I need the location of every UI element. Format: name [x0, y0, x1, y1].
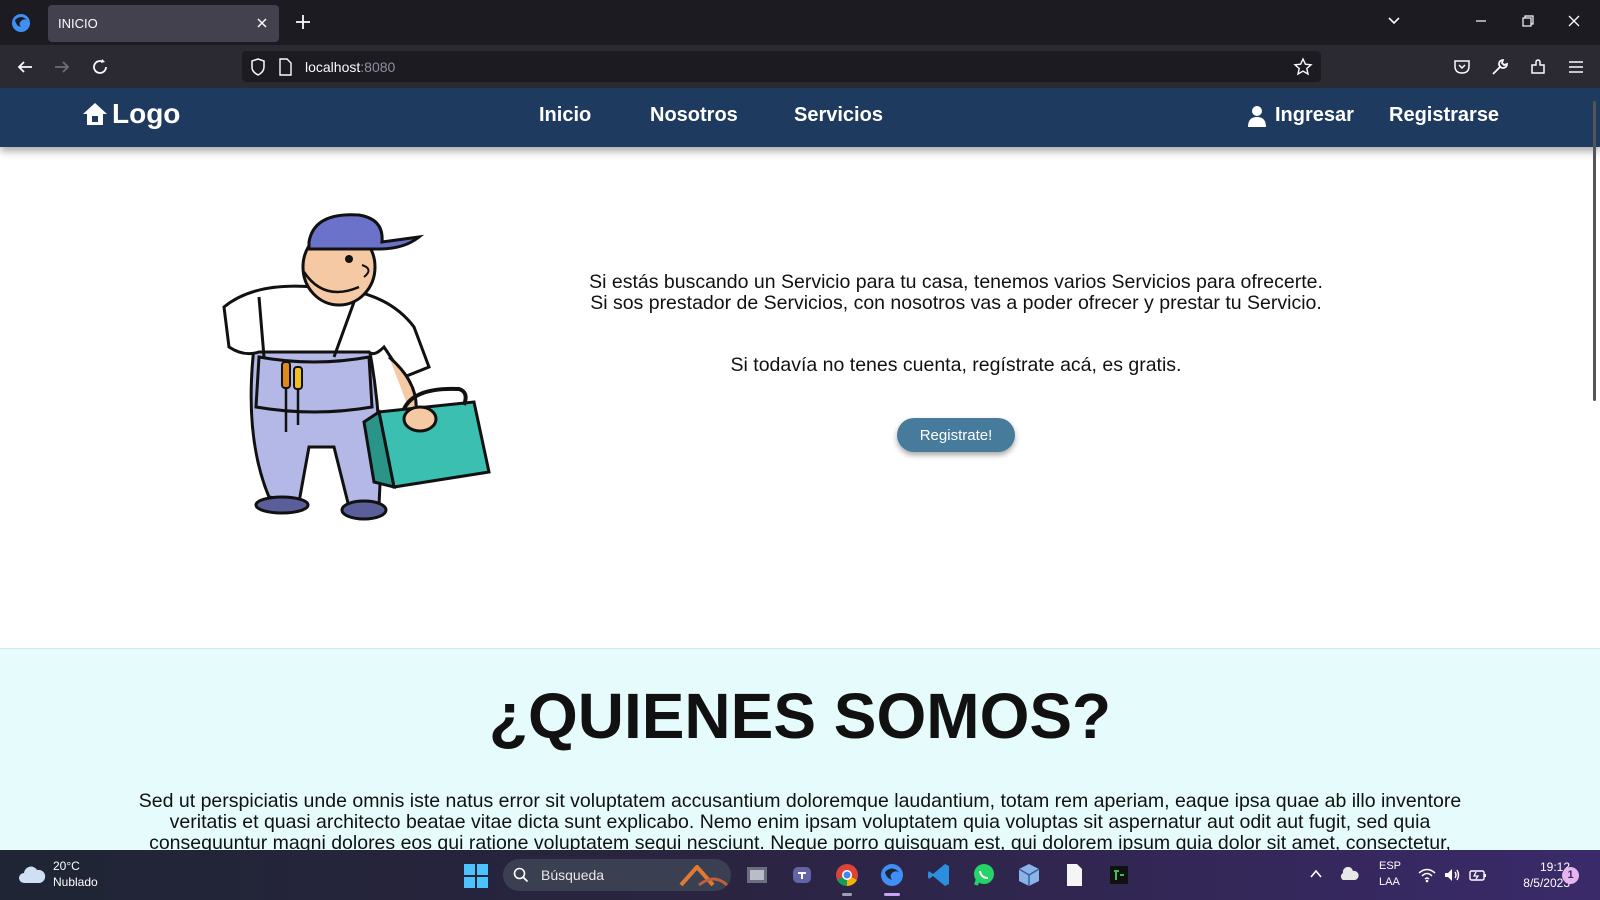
- clock-date[interactable]: 8/5/2023: [1500, 876, 1570, 890]
- teams-icon[interactable]: [789, 862, 815, 888]
- search-placeholder: Búsqueda: [541, 867, 605, 883]
- forward-arrow-icon[interactable]: [52, 57, 72, 77]
- notification-badge[interactable]: 1: [1562, 867, 1579, 884]
- battery-icon[interactable]: [1468, 867, 1488, 888]
- about-paragraph: Sed ut perspiciatis unde omnis iste natu…: [138, 790, 1462, 851]
- plumber-mascot-illustration: [222, 213, 491, 521]
- weather-temperature[interactable]: 20°C: [53, 859, 80, 873]
- user-icon: [1248, 105, 1266, 127]
- new-tab-plus-icon[interactable]: [293, 12, 313, 32]
- hero-section: Si estás buscando un Servicio para tu ca…: [0, 147, 1600, 647]
- weather-description[interactable]: Nublado: [53, 875, 98, 889]
- tab-title: INICIO: [58, 16, 98, 31]
- url-bar[interactable]: localhost:8080: [242, 51, 1321, 82]
- register-button[interactable]: Registrate!: [897, 418, 1015, 452]
- nav-link-servicios[interactable]: Servicios: [794, 104, 883, 127]
- hero-text: Si estás buscando un Servicio para tu ca…: [556, 272, 1356, 376]
- cloud-weather-icon[interactable]: [18, 863, 46, 890]
- search-icon: [513, 867, 529, 888]
- onedrive-cloud-icon[interactable]: [1339, 866, 1359, 886]
- file-explorer-icon[interactable]: [744, 862, 770, 888]
- about-title: ¿QUIENES SOMOS?: [488, 680, 1112, 752]
- about-section: ¿QUIENES SOMOS? Sed ut perspiciatis unde…: [0, 648, 1600, 850]
- wrench-icon[interactable]: [1490, 57, 1510, 77]
- browser-tab[interactable]: INICIO: [48, 5, 279, 42]
- window-close-icon[interactable]: [1566, 13, 1582, 29]
- windows-start-icon[interactable]: [463, 863, 489, 894]
- firefox-taskbar-icon[interactable]: [879, 862, 905, 888]
- hero-line-3: Si todavía no tenes cuenta, regístrate a…: [730, 354, 1182, 376]
- back-arrow-icon[interactable]: [15, 57, 35, 77]
- url-text[interactable]: localhost:8080: [305, 59, 395, 75]
- chevron-up-icon[interactable]: [1309, 867, 1323, 886]
- hero-line-2: Si sos prestador de Servicios, con nosot…: [590, 292, 1322, 314]
- page-viewport: Logo Inicio Nosotros Servicios Ingresar …: [0, 88, 1600, 850]
- taskbar-search[interactable]: Búsqueda: [503, 859, 731, 891]
- logo-text: Logo: [112, 98, 181, 129]
- whatsapp-icon[interactable]: [971, 862, 997, 888]
- chevron-down-icon[interactable]: [1386, 13, 1402, 29]
- close-icon[interactable]: [253, 14, 271, 32]
- ingresar-label: Ingresar: [1275, 104, 1354, 126]
- minimize-icon[interactable]: [1473, 13, 1489, 29]
- notes-icon[interactable]: [1061, 862, 1087, 888]
- nav-link-ingresar[interactable]: Ingresar: [1247, 104, 1354, 127]
- restore-icon[interactable]: [1520, 13, 1536, 29]
- firefox-active-indicator: [884, 893, 900, 896]
- url-port: :8080: [360, 59, 396, 75]
- browser-toolbar: localhost:8080: [0, 45, 1600, 88]
- chrome-running-indicator: [842, 893, 852, 896]
- virtualbox-icon[interactable]: [1016, 862, 1042, 888]
- taskbar: 20°C Nublado Búsqueda ESP LAA 19:12 8/5/…: [0, 850, 1600, 900]
- shield-icon[interactable]: [250, 58, 266, 76]
- pocket-icon[interactable]: [1452, 57, 1472, 77]
- reload-icon[interactable]: [90, 57, 110, 77]
- wifi-icon[interactable]: [1418, 867, 1436, 888]
- chrome-icon[interactable]: [834, 862, 860, 888]
- extensions-icon[interactable]: [1528, 57, 1548, 77]
- home-icon: [83, 103, 107, 125]
- bookmark-star-icon[interactable]: [1293, 57, 1313, 77]
- site-header: Logo Inicio Nosotros Servicios Ingresar …: [0, 88, 1600, 147]
- volume-icon[interactable]: [1443, 867, 1461, 888]
- hero-line-1: Si estás buscando un Servicio para tu ca…: [589, 271, 1323, 293]
- firefox-icon[interactable]: [10, 12, 32, 34]
- terminal-icon[interactable]: [1106, 862, 1132, 888]
- search-highlight-icon: [679, 865, 729, 887]
- browser-tab-bar: INICIO: [0, 0, 1600, 45]
- nav-link-nosotros[interactable]: Nosotros: [650, 104, 738, 127]
- keyboard-layout-indicator[interactable]: LAA: [1379, 876, 1400, 888]
- nav-link-inicio[interactable]: Inicio: [539, 104, 591, 127]
- url-host: localhost: [305, 59, 361, 75]
- site-logo[interactable]: Logo: [82, 98, 180, 130]
- language-indicator[interactable]: ESP: [1379, 860, 1401, 872]
- page-icon: [278, 58, 292, 76]
- vscode-icon[interactable]: [926, 862, 952, 888]
- nav-link-registrarse[interactable]: Registrarse: [1389, 104, 1499, 127]
- hamburger-menu-icon[interactable]: [1566, 57, 1586, 77]
- page-scrollbar[interactable]: [1593, 101, 1596, 401]
